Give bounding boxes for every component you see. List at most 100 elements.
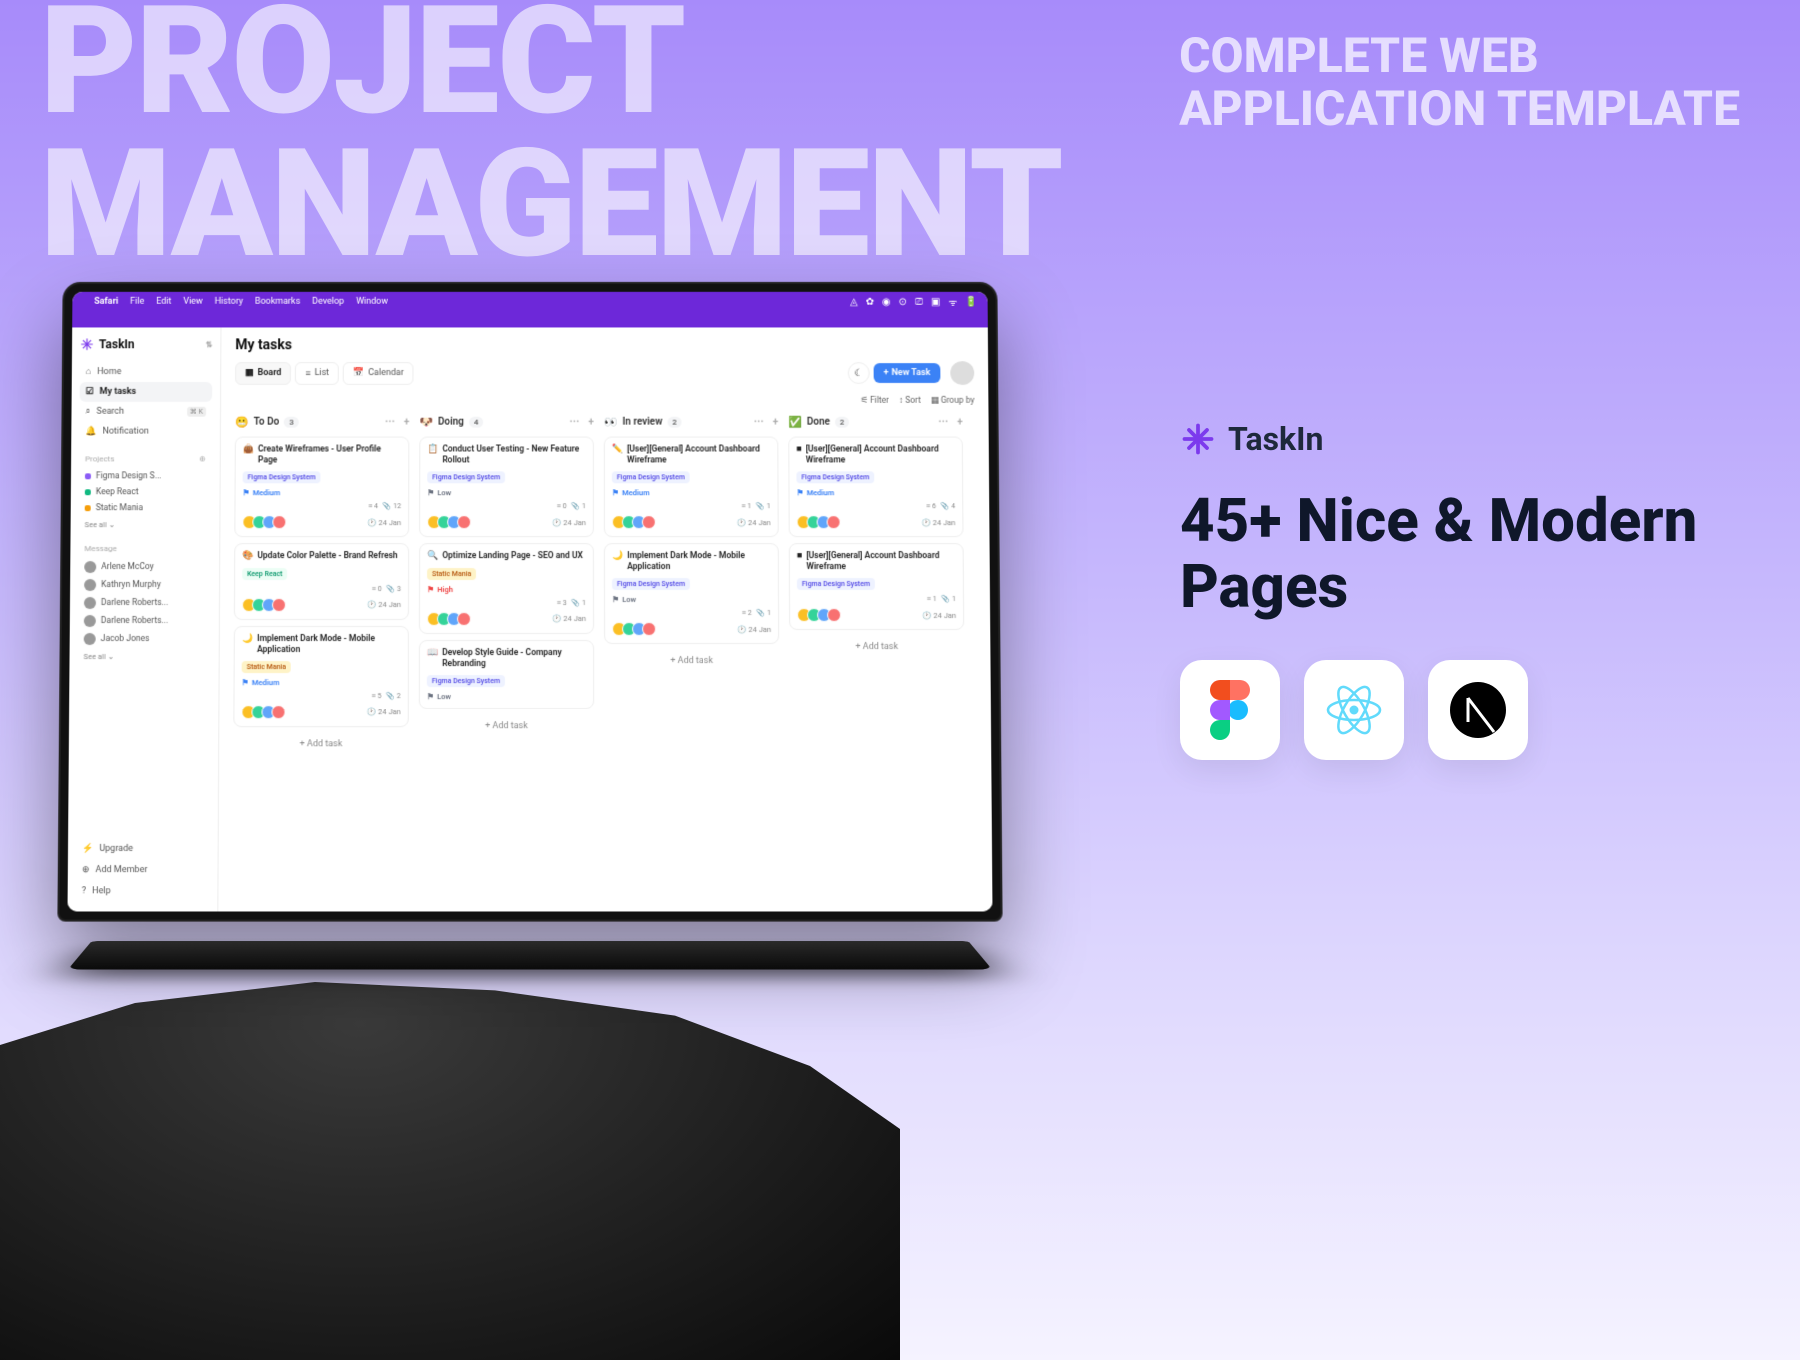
column-add-icon[interactable]: + bbox=[773, 417, 779, 428]
marketing-panel: TaskIn 45+ Nice & Modern Pages bbox=[1180, 420, 1700, 760]
task-card[interactable]: 🔍Optimize Landing Page - SEO and UXStati… bbox=[419, 543, 594, 634]
page-title: My tasks bbox=[235, 337, 974, 353]
view-tab-board[interactable]: ▦Board bbox=[235, 362, 291, 385]
status-icon: ▣ bbox=[931, 296, 940, 307]
add-task-button[interactable]: + Add task bbox=[789, 636, 964, 658]
project-tag: Static Mania bbox=[427, 568, 476, 580]
task-card[interactable]: ✏️[User][General] Account Dashboard Wire… bbox=[604, 437, 779, 538]
attachment-count: 📎 1 bbox=[756, 502, 770, 510]
sidebar-message[interactable]: Darlene Roberts... bbox=[78, 612, 211, 630]
subtask-count: ≡ 0 bbox=[372, 585, 382, 593]
task-card[interactable]: 🌙Implement Dark Mode - Mobile Applicatio… bbox=[233, 626, 409, 727]
sidebar-project[interactable]: Figma Design S... bbox=[79, 468, 212, 484]
add-task-button[interactable]: + Add task bbox=[604, 650, 779, 672]
menu-develop[interactable]: Develop bbox=[312, 297, 344, 307]
menu-view[interactable]: View bbox=[183, 297, 202, 307]
status-icon: ◬ bbox=[850, 296, 858, 307]
sort-button[interactable]: ↕ Sort bbox=[899, 395, 921, 406]
column-header: 😬To Do3⋯+ bbox=[235, 414, 410, 431]
sidebar-nav-search[interactable]: ⌕Search⌘ K bbox=[79, 402, 212, 422]
priority-badge: Low bbox=[612, 595, 771, 604]
project-tag: Figma Design System bbox=[796, 471, 874, 483]
project-tag: Figma Design System bbox=[612, 471, 690, 483]
task-card[interactable]: ■[User][General] Account Dashboard Wiref… bbox=[788, 437, 963, 538]
project-tag: Static Mania bbox=[242, 661, 291, 673]
assignee-avatars bbox=[242, 598, 286, 612]
menu-file[interactable]: File bbox=[130, 297, 144, 307]
task-card[interactable]: ■[User][General] Account Dashboard Wiref… bbox=[789, 543, 964, 630]
logo-icon bbox=[80, 337, 94, 351]
filter-button[interactable]: ⚟ Filter bbox=[860, 395, 889, 406]
add-task-button[interactable]: + Add task bbox=[233, 733, 409, 755]
assignee-avatars bbox=[242, 515, 286, 529]
sidebar-message[interactable]: Darlene Roberts... bbox=[78, 594, 211, 612]
column-add-icon[interactable]: + bbox=[588, 417, 593, 428]
attachment-count: 📎 12 bbox=[383, 502, 401, 510]
priority-badge: Medium bbox=[243, 488, 402, 497]
sidebar-nav-my-tasks[interactable]: ☑My tasks bbox=[80, 382, 213, 402]
board-column-done: ✅Done2⋯+■[User][General] Account Dashboa… bbox=[788, 414, 966, 902]
task-card[interactable]: 📋Conduct User Testing - New Feature Roll… bbox=[419, 437, 594, 538]
menubar-app[interactable]: Safari bbox=[94, 297, 118, 307]
menu-bookmarks[interactable]: Bookmarks bbox=[255, 297, 300, 307]
attachment-count: 📎 1 bbox=[757, 609, 771, 617]
attachment-count: 📎 1 bbox=[572, 599, 586, 607]
collapse-icon[interactable]: ⇅ bbox=[206, 340, 213, 349]
board-column-in-review: 👀In review2⋯+✏️[User][General] Account D… bbox=[604, 414, 781, 902]
column-add-icon[interactable]: + bbox=[957, 417, 963, 428]
sidebar-brand[interactable]: TaskIn ⇅ bbox=[80, 337, 212, 351]
see-all-projects[interactable]: See all ⌄ bbox=[79, 518, 212, 531]
menu-edit[interactable]: Edit bbox=[156, 297, 171, 307]
attachment-count: 📎 1 bbox=[572, 502, 586, 510]
due-date: 🕐 24 Jan bbox=[922, 611, 956, 620]
column-more-icon[interactable]: ⋯ bbox=[385, 417, 395, 428]
browser-toolbar bbox=[72, 312, 988, 328]
user-avatar[interactable] bbox=[950, 361, 974, 385]
column-more-icon[interactable]: ⋯ bbox=[938, 417, 948, 428]
macos-menubar: Safari File Edit View History Bookmarks … bbox=[72, 292, 987, 312]
view-tab-list[interactable]: ≡List bbox=[295, 362, 339, 385]
attachment-count: 📎 4 bbox=[941, 502, 955, 510]
view-tab-calendar[interactable]: 📅Calendar bbox=[343, 362, 414, 385]
task-card[interactable]: 👜Create Wireframes - User Profile PageFi… bbox=[234, 437, 409, 538]
sidebar-message[interactable]: Arlene McCoy bbox=[78, 558, 211, 576]
sidebar-project[interactable]: Keep React bbox=[79, 484, 212, 500]
new-task-button[interactable]: + New Task bbox=[874, 363, 941, 383]
task-card[interactable]: 📖Develop Style Guide - Company Rebrandin… bbox=[419, 640, 594, 709]
see-all-messages[interactable]: See all ⌄ bbox=[78, 650, 211, 663]
task-card[interactable]: 🌙Implement Dark Mode - Mobile Applicatio… bbox=[604, 543, 779, 644]
sidebar-project[interactable]: Static Mania bbox=[79, 500, 212, 516]
board-column-doing: 🐶Doing4⋯+📋Conduct User Testing - New Fea… bbox=[418, 414, 594, 902]
sidebar-footer-upgrade[interactable]: ⚡Upgrade bbox=[76, 839, 210, 859]
sidebar-footer-help[interactable]: ?Help bbox=[76, 881, 210, 901]
sidebar-footer-add-member[interactable]: ⊕Add Member bbox=[76, 860, 210, 880]
sidebar-message[interactable]: Kathryn Murphy bbox=[78, 576, 211, 594]
battery-icon: 🔋 bbox=[965, 296, 977, 307]
status-icon: ◉ bbox=[882, 296, 891, 307]
column-more-icon[interactable]: ⋯ bbox=[754, 417, 764, 428]
sidebar-message[interactable]: Jacob Jones bbox=[78, 630, 211, 648]
subtask-count: ≡ 5 bbox=[372, 692, 382, 700]
menu-window[interactable]: Window bbox=[356, 297, 388, 307]
subtask-count: ≡ 1 bbox=[741, 502, 751, 510]
sidebar-nav-notification[interactable]: 🔔Notification bbox=[79, 422, 212, 442]
dark-mode-toggle[interactable]: ☾ bbox=[848, 362, 870, 384]
due-date: 🕐 24 Jan bbox=[737, 518, 771, 527]
column-more-icon[interactable]: ⋯ bbox=[569, 417, 579, 428]
assignee-avatars bbox=[241, 705, 285, 719]
project-tag: Figma Design System bbox=[427, 675, 505, 687]
subtask-count: ≡ 3 bbox=[557, 599, 567, 607]
sidebar-nav-home[interactable]: ⌂Home bbox=[80, 361, 213, 382]
add-task-button[interactable]: + Add task bbox=[419, 715, 594, 737]
group-button[interactable]: ▦ Group by bbox=[931, 395, 975, 406]
task-card[interactable]: 🎨Update Color Palette - Brand RefreshKee… bbox=[234, 543, 409, 620]
hero-title: PROJECT MANAGEMENT bbox=[40, 0, 1062, 275]
column-add-icon[interactable]: + bbox=[404, 417, 410, 428]
subtask-count: ≡ 2 bbox=[742, 609, 752, 617]
priority-badge: Medium bbox=[796, 488, 955, 497]
nav-icon: ☑ bbox=[86, 387, 94, 397]
add-project-icon[interactable]: ⊕ bbox=[199, 454, 206, 463]
project-tag: Figma Design System bbox=[427, 471, 505, 483]
sidebar: TaskIn ⇅ ⌂Home☑My tasks⌕Search⌘ K🔔Notifi… bbox=[67, 327, 221, 911]
menu-history[interactable]: History bbox=[215, 297, 244, 307]
